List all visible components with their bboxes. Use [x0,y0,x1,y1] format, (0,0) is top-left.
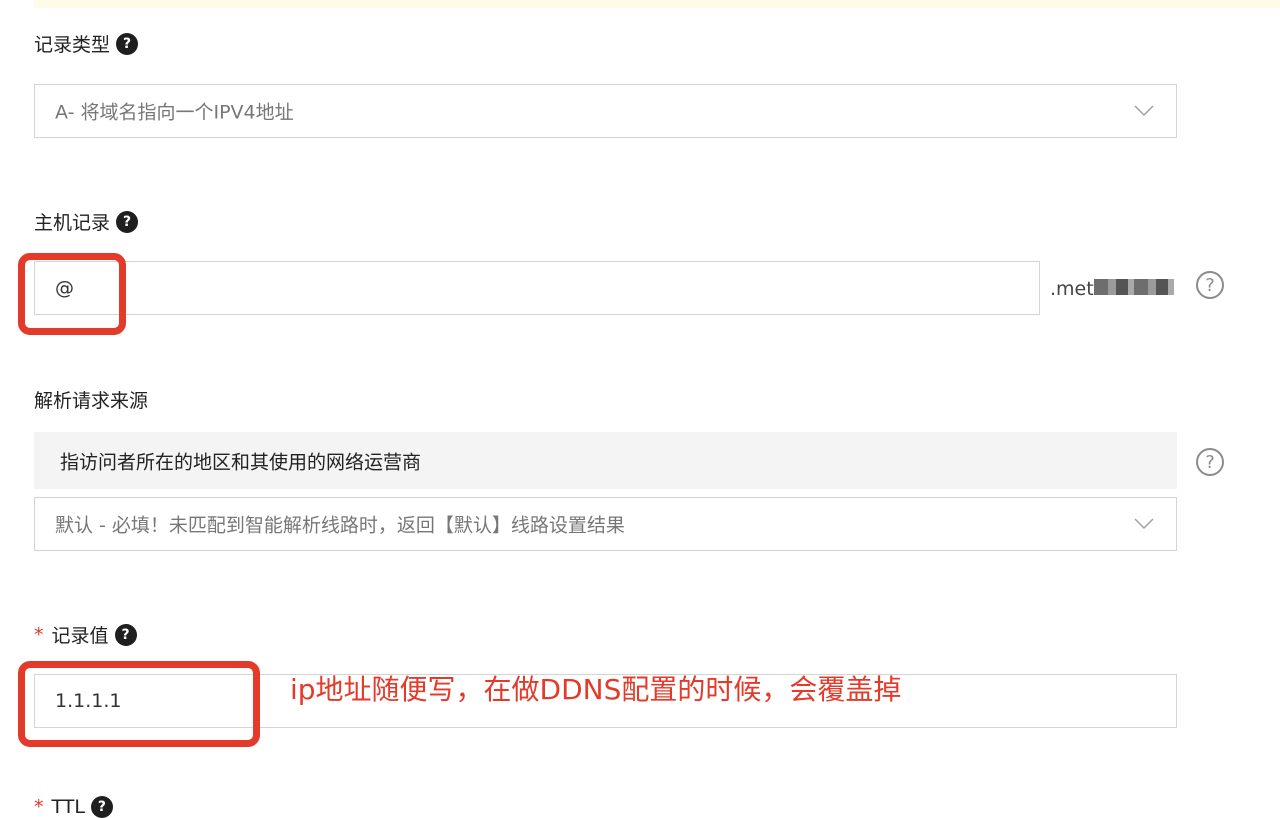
record-type-label: 记录类型 ? [34,30,139,57]
record-type-help-icon[interactable]: ? [116,32,139,55]
required-mark: * [34,623,44,646]
top-notice-banner [34,0,1280,8]
chevron-down-icon [1134,105,1154,117]
ttl-help-icon[interactable]: ? [90,796,113,818]
host-record-help-icon[interactable]: ? [116,210,139,233]
required-mark: * [34,796,44,818]
host-record-input[interactable]: @ [34,261,1040,315]
host-record-label-text: 主机记录 [34,212,111,234]
record-value-label-text: 记录值 [51,625,109,647]
record-value-label: * 记录值 ? [34,621,137,648]
resolve-source-label-text: 解析请求来源 [34,390,149,412]
domain-suffix: .met [1050,278,1094,300]
chevron-down-icon [1134,518,1154,530]
resolve-source-hint-text: 指访问者所在的地区和其使用的网络运营商 [60,451,422,473]
host-record-label: 主机记录 ? [34,208,139,235]
redacted-domain-mask [1094,279,1174,295]
record-type-select[interactable]: A- 将域名指向一个IPV4地址 [34,84,1177,138]
resolve-line-select-value: 默认 - 必填！未匹配到智能解析线路时，返回【默认】线路设置结果 [55,514,625,537]
record-type-select-value: A- 将域名指向一个IPV4地址 [55,101,294,124]
question-circle-icon[interactable]: ? [1196,448,1224,476]
question-circle-icon[interactable]: ? [1196,271,1224,299]
resolve-source-label: 解析请求来源 [34,386,148,413]
resolve-line-select[interactable]: 默认 - 必填！未匹配到智能解析线路时，返回【默认】线路设置结果 [34,497,1177,551]
record-value-help-icon[interactable]: ? [114,623,137,646]
record-type-label-text: 记录类型 [34,34,111,56]
host-record-highlight-box [18,253,126,335]
record-value-highlight-box [18,661,260,747]
ttl-label-text: TTL [51,796,85,818]
ttl-label: * TTL ? [34,796,113,818]
annotation-note: ip地址随便写，在做DDNS配置的时候，会覆盖掉 [290,673,902,706]
resolve-source-hint: 指访问者所在的地区和其使用的网络运营商 [34,432,1177,489]
